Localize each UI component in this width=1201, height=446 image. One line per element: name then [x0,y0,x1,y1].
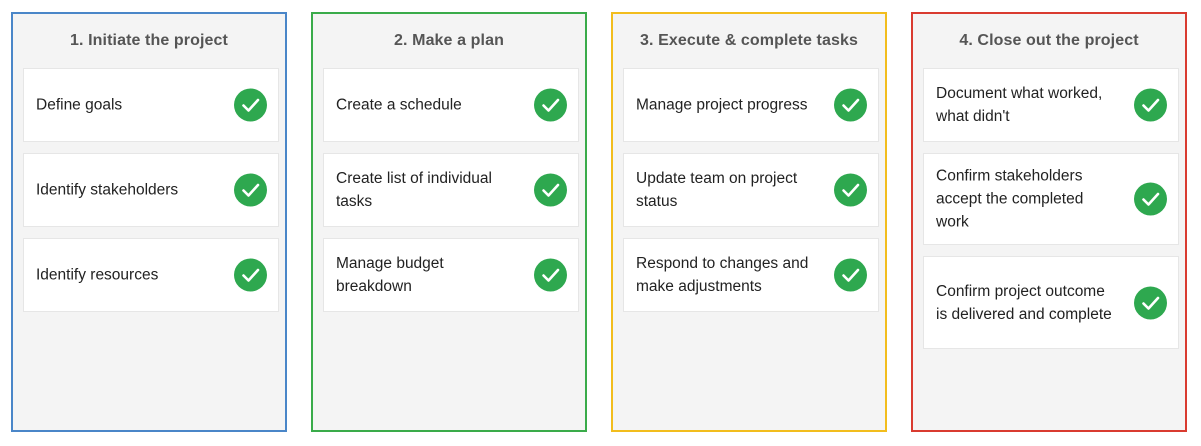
task-card-respond-to-changes: Respond to changes and make adjustments [623,238,879,312]
check-circle-icon [1134,182,1167,216]
phase-column-execute: 3. Execute & complete tasks Manage proje… [611,12,887,432]
project-phases-board: 1. Initiate the project Define goals Ide… [0,0,1201,446]
check-circle-icon [534,88,567,122]
task-card-define-goals: Define goals [23,68,279,142]
task-label: Create a schedule [336,96,462,114]
check-circle-icon [834,258,867,292]
check-circle-icon [1134,286,1167,319]
task-label: Confirm stakeholders accept the complete… [936,167,1084,231]
task-card-confirm-stakeholders: Confirm stakeholders accept the complete… [923,153,1179,245]
task-label: Document what worked, what didn't [936,85,1103,125]
task-label: Manage project progress [636,96,808,114]
task-label: Update team on project status [636,170,798,210]
task-label: Identify resources [36,266,159,284]
task-card-create-schedule: Create a schedule [323,68,579,142]
phase-title: 1. Initiate the project [70,32,228,49]
phase-column-initiate: 1. Initiate the project Define goals Ide… [11,12,287,432]
check-circle-icon [234,88,267,122]
check-circle-icon [534,173,567,207]
check-circle-icon [534,258,567,292]
task-label: Respond to changes and make adjustments [636,255,809,295]
phase-title: 2. Make a plan [394,32,504,49]
task-card-update-team: Update team on project status [623,153,879,227]
task-card-manage-budget: Manage budget breakdown [323,238,579,312]
check-circle-icon [1134,88,1167,122]
phase-column-plan: 2. Make a plan Create a schedule Create … [311,12,587,432]
task-card-confirm-outcome: Confirm project outcome is delivered and… [923,256,1179,349]
phase-column-close-out: 4. Close out the project Document what w… [911,12,1187,432]
task-card-document-learnings: Document what worked, what didn't [923,68,1179,142]
task-label: Identify stakeholders [36,181,179,199]
phase-title: 4. Close out the project [959,32,1139,49]
task-card-identify-stakeholders: Identify stakeholders [23,153,279,227]
phase-title: 3. Execute & complete tasks [640,32,858,49]
task-card-manage-progress: Manage project progress [623,68,879,142]
check-circle-icon [234,258,267,292]
task-label: Create list of individual tasks [336,170,492,210]
check-circle-icon [234,173,267,207]
task-label: Confirm project outcome is delivered and… [936,282,1112,323]
check-circle-icon [834,173,867,207]
check-circle-icon [834,88,867,122]
task-label: Manage budget breakdown [336,255,444,295]
task-card-identify-resources: Identify resources [23,238,279,312]
task-card-create-task-list: Create list of individual tasks [323,153,579,227]
task-label: Define goals [36,96,123,114]
